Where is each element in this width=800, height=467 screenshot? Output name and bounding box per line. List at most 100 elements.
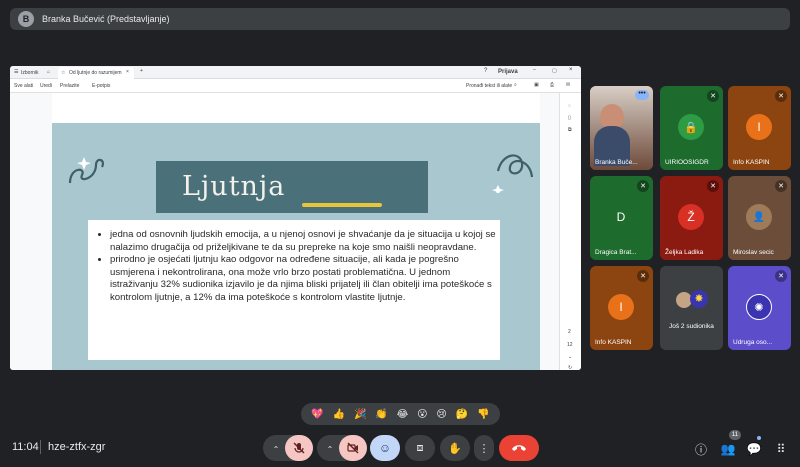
slide-bullet-list: jedna od osnovnih ljudskih emocija, a u … [100, 229, 496, 305]
chat-notification-dot [757, 436, 761, 440]
home-icon[interactable]: ⌂ [47, 69, 50, 75]
tab-document-label: Od ljutnje do razumijem [69, 70, 122, 76]
bullet-item: jedna od osnovnih ljudskih emocija, a u … [110, 229, 496, 254]
mic-off-icon: ✕ [775, 270, 787, 282]
minimize-icon[interactable]: – [533, 67, 536, 73]
participant-tile[interactable]: ✕ I Info KASPIN [590, 266, 653, 350]
participant-name: Info KASPIN [595, 339, 632, 346]
reaction-thumbs-up[interactable]: 👍 [333, 409, 345, 420]
sign-in-button[interactable]: Prijava [498, 69, 518, 75]
viewer-right-rail: ◌ ▯ ⧉ 2 12 ⌄ ↻ [559, 93, 581, 370]
participant-tile[interactable]: ✕ D Dragica Brat... [590, 176, 653, 260]
mic-off-icon [293, 442, 305, 454]
email-icon[interactable]: ✉ [566, 82, 570, 88]
tab-menu-label[interactable]: Izbornik [21, 70, 39, 76]
participant-avatar: D [608, 204, 634, 230]
swirl-decoration [492, 154, 534, 193]
maximize-icon[interactable]: ▢ [552, 68, 557, 74]
participant-avatar: 👤 [746, 204, 772, 230]
participant-avatar: ✺ [746, 294, 772, 320]
menu-icon[interactable]: ☰ [14, 69, 18, 75]
toolbar-edit[interactable]: Uredi [40, 83, 52, 89]
pages-icon[interactable]: ⧉ [568, 127, 572, 133]
participant-tile[interactable]: ✕ 👤 Miroslav secic [728, 176, 791, 260]
chat-icon[interactable]: 💬 [743, 438, 765, 460]
participant-name: Info KASPIN [733, 159, 770, 166]
reaction-heart[interactable]: 💖 [311, 409, 323, 420]
more-participants-tile[interactable]: ✸ Još 2 sudionika [660, 266, 723, 350]
close-window-icon[interactable]: × [569, 67, 573, 73]
new-tab-icon[interactable]: + [140, 68, 143, 74]
participant-tile[interactable]: ✕ Ž Željka Ladika [660, 176, 723, 260]
participant-avatar: 🔒 [678, 114, 704, 140]
more-options-button[interactable]: ⋮ [474, 435, 494, 461]
close-tab-icon[interactable]: × [126, 69, 129, 75]
participant-avatar: I [608, 294, 634, 320]
browser-tab-bar: ☰ Izbornik ⌂ ☆ Od ljutnje do razumijem ×… [10, 66, 581, 79]
mic-toggle-button[interactable] [285, 435, 313, 461]
print-icon[interactable]: ⎙ [550, 82, 554, 88]
mic-off-icon: ✕ [637, 180, 649, 192]
participant-avatar: Ž [678, 204, 704, 230]
toolbar-all-tools[interactable]: Sve alati [14, 83, 33, 89]
reaction-party[interactable]: 🎉 [354, 409, 366, 420]
divider [40, 440, 41, 454]
reaction-clap[interactable]: 👏 [375, 409, 387, 420]
bullet-item: prirodno je osjećati ljutnju kao odgovor… [110, 254, 496, 304]
search-icon[interactable]: ⌕ [514, 82, 517, 88]
meeting-info-icon[interactable]: ⓘ [690, 438, 712, 460]
participant-tile[interactable]: ✕ 🔒 UIRIOOSIGDR [660, 86, 723, 170]
presenter-name: Branka Bučević (Predstavljanje) [42, 14, 170, 24]
participant-name: Udruga oso... [733, 339, 773, 346]
page-down-icon[interactable]: ⌄ [568, 354, 572, 360]
document-toolbar: Sve alati Uredi Prelazite E-potpis Prona… [10, 79, 581, 93]
present-screen-button[interactable]: ⧈ [405, 435, 435, 461]
emoji-icon: ☺ [378, 441, 392, 455]
participant-tile[interactable]: ✕ ✺ Udruga oso... [728, 266, 791, 350]
reaction-laugh[interactable]: 😂 [397, 409, 409, 420]
more-options-icon[interactable]: ••• [635, 90, 649, 100]
presenter-bar: B Branka Bučević (Predstavljanje) [10, 8, 790, 30]
title-underline [302, 203, 382, 207]
find-text-label[interactable]: Pronađi tekst ili alate [466, 83, 512, 89]
raise-hand-button[interactable]: ✋ [440, 435, 470, 461]
page-number-current: 2 [568, 329, 571, 335]
activities-icon[interactable]: ⠿ [770, 438, 792, 460]
toolbar-esign[interactable]: E-potpis [92, 83, 110, 89]
mic-off-icon: ✕ [775, 180, 787, 192]
participant-name: Dragica Brat... [595, 249, 637, 256]
help-icon[interactable]: ? [484, 68, 487, 74]
present-screen-icon: ⧈ [416, 441, 424, 454]
reaction-surprised[interactable]: 😮 [417, 409, 427, 420]
comment-icon[interactable]: ◌ [568, 103, 571, 109]
reactions-bar: 💖 👍 🎉 👏 😂 😮 😢 🤔 👎 [301, 403, 500, 425]
star-icon: ☆ [61, 70, 66, 76]
participant-name: UIRIOOSIGDR [665, 159, 709, 166]
participant-count-badge: 11 [729, 430, 741, 440]
participant-name: Željka Ladika [665, 249, 704, 256]
camera-toggle-button[interactable] [339, 435, 367, 461]
end-call-icon [512, 445, 526, 451]
participant-tile[interactable]: ✕ I Info KASPIN [728, 86, 791, 170]
more-vert-icon: ⋮ [478, 442, 490, 455]
participant-tile[interactable]: ••• Branka Buče... [590, 86, 653, 170]
leave-call-button[interactable] [499, 435, 539, 461]
mic-options-chevron-icon[interactable]: ⌃ [265, 438, 287, 460]
participant-avatar: I [746, 114, 772, 140]
reaction-thinking[interactable]: 🤔 [456, 409, 468, 420]
emoji-button[interactable]: ☺ [370, 435, 400, 461]
reaction-sad[interactable]: 😢 [436, 409, 446, 420]
save-icon[interactable]: ▣ [534, 82, 539, 88]
people-icon[interactable]: 👥 [717, 438, 739, 460]
mic-off-icon: ✕ [637, 270, 649, 282]
bookmark-icon[interactable]: ▯ [568, 115, 571, 121]
raise-hand-icon: ✋ [448, 442, 462, 455]
active-tab[interactable]: ☆ Od ljutnje do razumijem × [58, 67, 134, 79]
refresh-icon[interactable]: ↻ [568, 365, 572, 370]
camera-options-chevron-icon[interactable]: ⌃ [319, 438, 341, 460]
reaction-thumbs-down[interactable]: 👎 [477, 409, 489, 420]
toolbar-convert[interactable]: Prelazite [60, 83, 79, 89]
document-viewer: Ljutnja jedna od osnovnih ljudskih emoci… [10, 93, 581, 370]
participant-avatar-small: ✸ [690, 290, 708, 308]
clock: 11:04 [12, 441, 39, 453]
